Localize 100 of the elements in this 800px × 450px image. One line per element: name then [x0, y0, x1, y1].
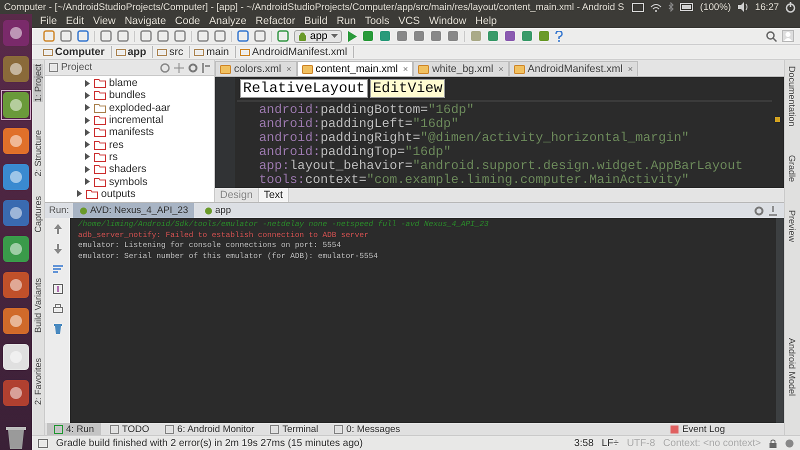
toolbar-icon[interactable] — [100, 30, 112, 42]
expand-arrow-icon[interactable] — [85, 178, 91, 186]
launcher-icon[interactable] — [2, 307, 30, 335]
tree-item[interactable]: incremental — [45, 114, 164, 126]
editor-tab[interactable]: content_main.xml × — [296, 61, 414, 76]
power-icon[interactable] — [785, 2, 796, 12]
toolbar-icon[interactable] — [237, 30, 249, 42]
breadcrumb-item[interactable]: main — [192, 46, 236, 58]
toolbar-icon[interactable] — [504, 30, 516, 42]
tool-window-tab[interactable]: Preview — [787, 210, 797, 242]
menu-item[interactable]: Code — [175, 15, 200, 27]
tool-window-tab[interactable]: 1: Project — [33, 64, 43, 102]
launcher-icon[interactable] — [2, 91, 30, 119]
menu-item[interactable]: View — [93, 15, 116, 27]
tool-window-tab[interactable]: Documentation — [787, 66, 797, 127]
warning-marker[interactable] — [775, 117, 780, 122]
toolbar-icon[interactable] — [117, 30, 129, 42]
expand-arrow-icon[interactable] — [85, 153, 91, 160]
help-icon[interactable] — [554, 30, 563, 42]
expand-arrow-icon[interactable] — [77, 190, 83, 198]
editor-mode-tab[interactable]: Text — [258, 188, 289, 202]
toolbar-icon[interactable] — [446, 30, 459, 42]
menu-item[interactable]: Navigate — [124, 15, 166, 27]
line-separator[interactable]: LF÷ — [602, 438, 619, 448]
expand-arrow-icon[interactable] — [85, 128, 91, 136]
user-icon[interactable] — [782, 30, 794, 42]
tree-item[interactable]: exploded-aar — [45, 102, 170, 114]
tree-item[interactable]: symbols — [45, 175, 148, 188]
menu-item[interactable]: Analyze — [209, 15, 247, 27]
close-icon[interactable]: × — [402, 64, 408, 74]
toolbar-icon[interactable] — [412, 30, 425, 42]
tree-item[interactable]: outputs — [45, 188, 136, 200]
search-icon[interactable] — [766, 30, 777, 42]
toolbar-icon[interactable] — [140, 30, 152, 42]
menu-item[interactable]: Edit — [66, 15, 84, 27]
toolbar-icon[interactable] — [174, 30, 186, 42]
launcher-icon[interactable] — [2, 199, 30, 227]
tool-window-tab[interactable]: Build Variants — [33, 278, 43, 333]
menu-item[interactable]: Help — [475, 15, 497, 27]
tool-window-tab[interactable]: 2: Structure — [33, 130, 43, 177]
toolbar-icon[interactable] — [430, 30, 442, 42]
expand-arrow-icon[interactable] — [85, 116, 91, 124]
down-arrow-icon[interactable] — [52, 244, 62, 254]
tree-item[interactable]: rs — [45, 150, 118, 164]
launcher-icon[interactable] — [2, 55, 30, 83]
tag-breadcrumb[interactable]: RelativeLayout — [240, 79, 368, 98]
tree-item[interactable]: manifests — [45, 126, 154, 138]
toolbar-icon[interactable] — [378, 30, 391, 42]
launcher-icon[interactable] — [2, 127, 30, 155]
event-log-tab[interactable]: Event Log — [663, 423, 732, 435]
toolbar-icon[interactable] — [362, 30, 374, 42]
menu-item[interactable]: Refactor — [256, 15, 296, 27]
run-config-dropdown[interactable]: app — [294, 30, 342, 42]
tool-window-tab[interactable]: Terminal — [263, 423, 326, 435]
toolbar-icon[interactable] — [157, 30, 169, 42]
cursor-position[interactable]: 3:58 — [574, 438, 594, 448]
launcher-icon[interactable] — [2, 235, 30, 263]
tool-window-tab[interactable]: 2: Favorites — [33, 358, 43, 406]
tool-window-tab[interactable]: 4: Run — [47, 423, 101, 435]
print-icon[interactable] — [52, 304, 62, 314]
breadcrumb-item[interactable]: AndroidManifest.xml — [238, 46, 354, 58]
expand-arrow-icon[interactable] — [85, 92, 91, 99]
volume-icon[interactable] — [736, 2, 749, 12]
menu-item[interactable]: Run — [336, 15, 356, 27]
toolbar-icon[interactable] — [214, 30, 226, 42]
keyboard-icon[interactable] — [632, 2, 644, 12]
toolbar-icon[interactable] — [538, 30, 550, 42]
toolbar-icon[interactable] — [60, 30, 72, 42]
tree-item[interactable]: res — [45, 138, 124, 151]
menu-item[interactable]: File — [40, 15, 57, 27]
toolbar-icon[interactable] — [77, 30, 89, 42]
project-view-dropdown[interactable]: Project — [49, 62, 92, 73]
tool-window-tab[interactable]: 0: Messages — [327, 423, 408, 435]
settings-icon[interactable] — [188, 62, 198, 72]
menu-item[interactable]: Build — [304, 15, 328, 27]
tree-item[interactable]: bundles — [45, 89, 146, 102]
toolbar-icon[interactable] — [486, 30, 499, 42]
launcher-icon[interactable] — [2, 163, 30, 191]
breadcrumb-item[interactable]: Computer — [41, 46, 112, 58]
run-tab[interactable]: app — [198, 203, 237, 218]
tool-window-tab[interactable]: TODO — [103, 423, 156, 435]
toolbar-icon[interactable] — [43, 30, 55, 42]
tool-window-tab[interactable]: 6: Android Monitor — [158, 423, 262, 435]
editor-tab[interactable]: AndroidManifest.xml × — [508, 61, 638, 76]
menu-item[interactable]: Window — [428, 15, 466, 27]
menu-item[interactable]: Tools — [364, 15, 390, 27]
wrap-icon[interactable] — [52, 264, 62, 274]
bluetooth-icon[interactable] — [668, 2, 674, 12]
breadcrumb-item[interactable]: src — [155, 46, 190, 58]
settings-icon[interactable] — [754, 206, 764, 216]
tree-item[interactable]: shaders — [45, 163, 146, 176]
run-icon[interactable] — [346, 30, 357, 42]
breadcrumb-item[interactable]: app — [114, 46, 154, 58]
lock-icon[interactable] — [769, 438, 777, 448]
launcher-icon[interactable] — [2, 379, 30, 407]
toolbar-icon[interactable] — [254, 30, 266, 42]
menu-item[interactable]: VCS — [398, 15, 420, 27]
toolbar-icon[interactable] — [396, 30, 408, 42]
expand-arrow-icon[interactable] — [85, 104, 91, 112]
launcher-icon[interactable] — [2, 343, 30, 371]
